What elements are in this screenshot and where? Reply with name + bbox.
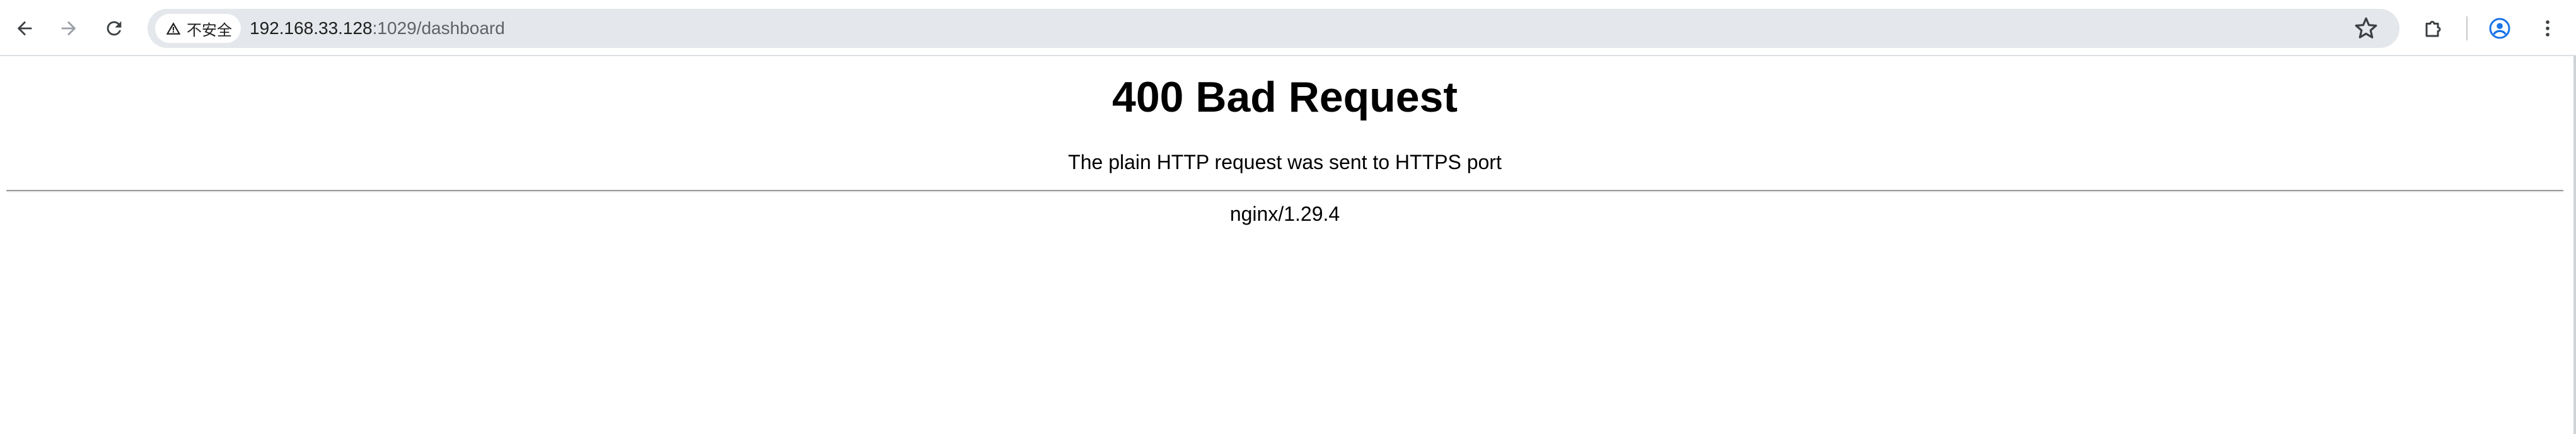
star-icon xyxy=(2355,17,2377,38)
server-signature: nginx/1.29.4 xyxy=(1229,202,1340,225)
page-title: 400 Bad Request xyxy=(1112,73,1458,121)
forward-button[interactable] xyxy=(53,13,84,44)
arrow-left-icon xyxy=(17,21,32,36)
browser-menu-button[interactable] xyxy=(2532,13,2563,44)
toolbar-divider xyxy=(2466,16,2468,40)
browser-toolbar: 不安全 192.168.33.128:1029/dashboard xyxy=(0,0,2576,56)
security-chip[interactable]: 不安全 xyxy=(155,14,241,43)
puzzle-icon xyxy=(2425,21,2441,37)
profile-icon xyxy=(2489,18,2510,39)
arrow-right-icon xyxy=(61,21,76,36)
reload-button[interactable] xyxy=(98,13,130,44)
reload-icon xyxy=(107,21,122,36)
url-host: 192.168.33.128 xyxy=(250,18,373,38)
url-path: :1029/dashboard xyxy=(372,18,505,38)
warning-triangle-icon xyxy=(166,22,181,35)
profile-button[interactable] xyxy=(2484,13,2515,44)
address-bar[interactable]: 不安全 192.168.33.128:1029/dashboard xyxy=(148,9,2399,48)
back-button[interactable] xyxy=(9,13,40,44)
url-text[interactable]: 192.168.33.128:1029/dashboard xyxy=(250,9,505,48)
security-label: 不安全 xyxy=(187,21,232,39)
kebab-menu-icon xyxy=(2546,20,2550,37)
error-message: The plain HTTP request was sent to HTTPS… xyxy=(1068,151,1502,173)
extensions-button[interactable] xyxy=(2418,13,2450,44)
horizontal-rule xyxy=(6,190,2563,192)
window-edge xyxy=(2573,56,2576,434)
bookmark-button[interactable] xyxy=(2354,16,2378,40)
